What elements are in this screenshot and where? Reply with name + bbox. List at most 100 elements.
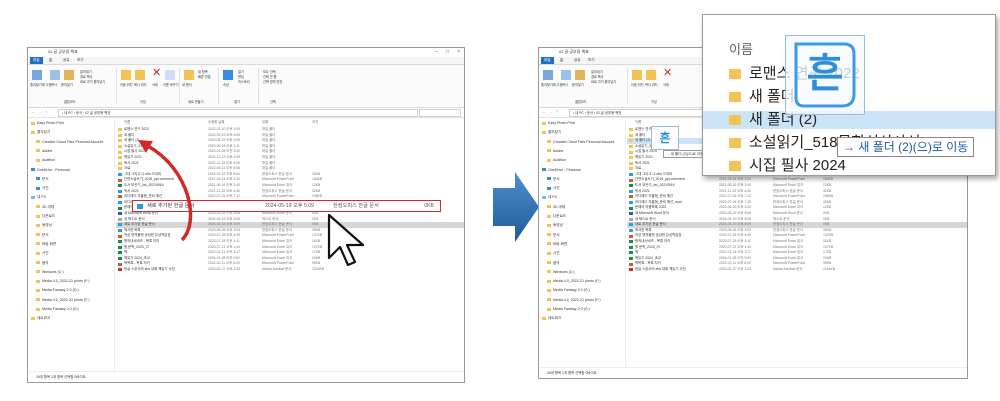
file-type-icon xyxy=(629,200,633,204)
paste-label: 붙여넣기 xyxy=(572,83,584,87)
folder-icon xyxy=(629,133,633,137)
nav-item[interactable]: 문서 xyxy=(547,177,560,182)
zoom-folder-name: 시집 필사 2024 xyxy=(749,157,846,174)
nav-item[interactable]: 3D 개체 xyxy=(547,205,565,210)
file-type-icon xyxy=(629,217,633,221)
nav-item-icon xyxy=(542,316,546,320)
nav-item[interactable]: 문서 xyxy=(547,233,560,238)
nav-item-label: Creative Cloud Files Personal Account xyxy=(553,139,615,144)
nav-item[interactable]: Adobe xyxy=(547,149,563,153)
file-type-icon xyxy=(629,256,633,260)
zoom-column-header: 이름 xyxy=(729,42,753,57)
nav-item[interactable]: Media 4.0_2022-21 photo (F:) xyxy=(547,298,601,302)
nav-item[interactable]: Media Fantasy 2.0 (G:) xyxy=(547,288,590,292)
file-type-icon xyxy=(629,178,633,182)
nav-item[interactable]: 음악 xyxy=(547,261,560,266)
move-to-icon[interactable] xyxy=(632,70,642,80)
file-type-icon xyxy=(629,223,633,227)
copy-to-label: 복사 위치 xyxy=(645,83,658,87)
nav-item-icon xyxy=(547,307,551,311)
drag-ghost-large: 흔 xyxy=(785,35,865,115)
file-type-icon xyxy=(629,262,633,266)
copy-to-icon[interactable] xyxy=(646,70,656,80)
nav-item-icon xyxy=(547,158,551,162)
paste-icon[interactable] xyxy=(575,70,585,80)
pin-icon[interactable] xyxy=(543,70,553,80)
nav-item-label: 다운로드 xyxy=(553,214,567,218)
zoom-inset: 이름 로맨스 연구 2022새 폴더새 폴더 (2)소설읽기_518문학신산사선… xyxy=(702,14,996,176)
nav-item[interactable]: 동영상 xyxy=(547,223,563,228)
drop-hint-small: → 새 폴더 (2)(으)로 이동 xyxy=(663,150,707,158)
nav-item[interactable]: 사진 xyxy=(547,186,560,191)
folder-icon xyxy=(729,138,741,148)
file-type-icon xyxy=(629,268,633,272)
folder-icon xyxy=(629,128,633,132)
nav-item[interactable]: Windows (C:) xyxy=(547,270,575,274)
nav-item[interactable]: Creative Cloud Files Personal Account xyxy=(547,140,614,144)
nav-item-icon xyxy=(547,177,551,181)
nav-item-icon xyxy=(547,288,551,292)
nav-item[interactable]: Media 4.0_2022-21 photo (F:) xyxy=(547,279,601,283)
nav-item-icon xyxy=(542,130,546,134)
tab-view[interactable]: 보기 xyxy=(585,57,598,64)
file-type: Adobe Acrobat 문서 xyxy=(773,267,803,271)
nav-item[interactable]: Audition xyxy=(547,158,566,162)
zoom-folder-row[interactable]: 시집 필사 2024 xyxy=(703,157,995,175)
nav-item[interactable]: 즐겨찾기 xyxy=(542,130,561,135)
nav-item-label: Media 4.0_2022-21 photo (F:) xyxy=(553,297,601,302)
file-type-icon xyxy=(629,189,633,193)
group-organize-label: 구성 xyxy=(651,100,657,104)
folder-icon xyxy=(629,156,633,160)
nav-item-icon xyxy=(547,251,551,255)
nav-item-label: 바탕 화면 xyxy=(553,241,568,246)
nav-item[interactable]: Media Fantasy 2.0 (G:) xyxy=(547,307,590,311)
tab-home[interactable]: 홈 xyxy=(557,57,566,64)
nav-item-label: 문서 xyxy=(553,232,560,237)
nav-item[interactable]: 바탕 화면 xyxy=(547,242,567,247)
file-type-icon xyxy=(629,228,633,232)
ribbon-separator xyxy=(627,68,628,104)
nav-item-icon xyxy=(547,223,551,227)
nav-item[interactable]: 다운로드 xyxy=(547,214,566,219)
nav-item[interactable]: 내 PC xyxy=(542,195,557,200)
tab-file[interactable]: 파일 xyxy=(541,57,554,64)
nav-item-label: 사진 xyxy=(553,251,560,256)
arrow-curve xyxy=(147,144,193,242)
hwp-glyph: 흔 xyxy=(806,52,844,96)
back-icon[interactable]: ← xyxy=(542,109,546,114)
column-header-name[interactable]: 이름 xyxy=(635,119,641,125)
file-name: 한글 스폰서의 ebs 대회 책읽기 사전 xyxy=(635,267,686,271)
nav-item[interactable]: Easy Photo Print xyxy=(542,121,575,125)
drop-hint-tooltip: → 새 폴더 (2)(으)로 이동 xyxy=(837,137,975,157)
folder-icon xyxy=(629,144,633,148)
nav-item-icon xyxy=(547,270,551,274)
group-clipboard-label: 클립보드 xyxy=(575,100,587,104)
nav-item-label: 문서 xyxy=(553,176,560,181)
file-size: 2216KB xyxy=(823,267,836,271)
pin-label: 즐겨찾기에 고정 xyxy=(541,83,563,87)
navigation-pane: Easy Photo Print 즐겨찾기 Creative Cloud Files… xyxy=(539,119,626,368)
nav-item-icon xyxy=(542,168,546,172)
nav-item[interactable]: OneDrive - Personal xyxy=(542,168,581,172)
forward-icon[interactable]: → xyxy=(549,109,553,114)
paste-shortcut-button[interactable]: 바로 가기 붙여넣기 xyxy=(591,79,616,84)
delete-icon[interactable]: ✕ xyxy=(663,68,672,79)
copy-icon[interactable] xyxy=(561,70,571,80)
nav-item-icon xyxy=(547,233,551,237)
folder-icon xyxy=(729,92,741,102)
nav-item-icon xyxy=(547,279,551,283)
tab-share[interactable]: 공유 xyxy=(571,57,584,64)
copy-label: 복사 xyxy=(562,83,568,87)
file-type-icon xyxy=(629,172,633,176)
file-type-icon xyxy=(629,245,633,249)
nav-item-label: OneDrive - Personal xyxy=(548,167,581,172)
nav-item[interactable]: 네트워크 xyxy=(542,316,561,321)
up-icon[interactable]: ↑ xyxy=(556,109,558,114)
file-type-icon xyxy=(629,212,633,216)
file-type-icon xyxy=(629,206,633,210)
file-row[interactable]: 한글 스폰서의 ebs 대회 책읽기 사전 2023-02-27 오후 2:33 A… xyxy=(627,267,967,273)
nav-item[interactable]: 사진 xyxy=(547,251,560,256)
nav-item-icon xyxy=(542,195,546,199)
folder-icon xyxy=(629,161,633,165)
nav-item-label: Easy Photo Print xyxy=(548,121,575,125)
